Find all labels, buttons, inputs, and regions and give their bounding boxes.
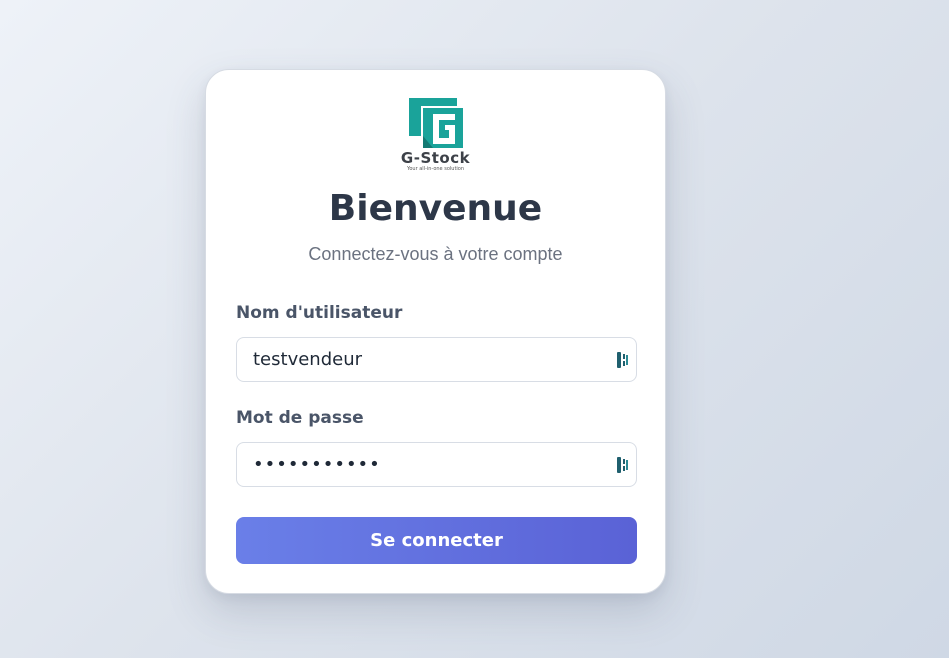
password-label: Mot de passe	[236, 408, 364, 428]
username-label: Nom d'utilisateur	[236, 303, 403, 323]
login-button[interactable]: Se connecter	[236, 517, 637, 564]
page-title: Bienvenue	[328, 188, 543, 229]
brand-name: G-Stock	[400, 149, 471, 167]
password-manager-icon[interactable]	[616, 351, 630, 369]
password-field-wrapper	[236, 442, 637, 487]
login-card: G-Stock Your all-in-one solution Bienven…	[205, 69, 666, 594]
brand-logo: G-Stock Your all-in-one solution	[391, 98, 481, 178]
g-stock-logo-icon	[408, 98, 463, 148]
password-manager-icon[interactable]	[616, 456, 630, 474]
brand-tagline: Your all-in-one solution	[406, 166, 465, 172]
username-input[interactable]	[237, 338, 636, 381]
username-field-wrapper	[236, 337, 637, 382]
page-subtitle: Connectez-vous à votre compte	[308, 244, 563, 264]
password-input[interactable]	[237, 443, 636, 486]
